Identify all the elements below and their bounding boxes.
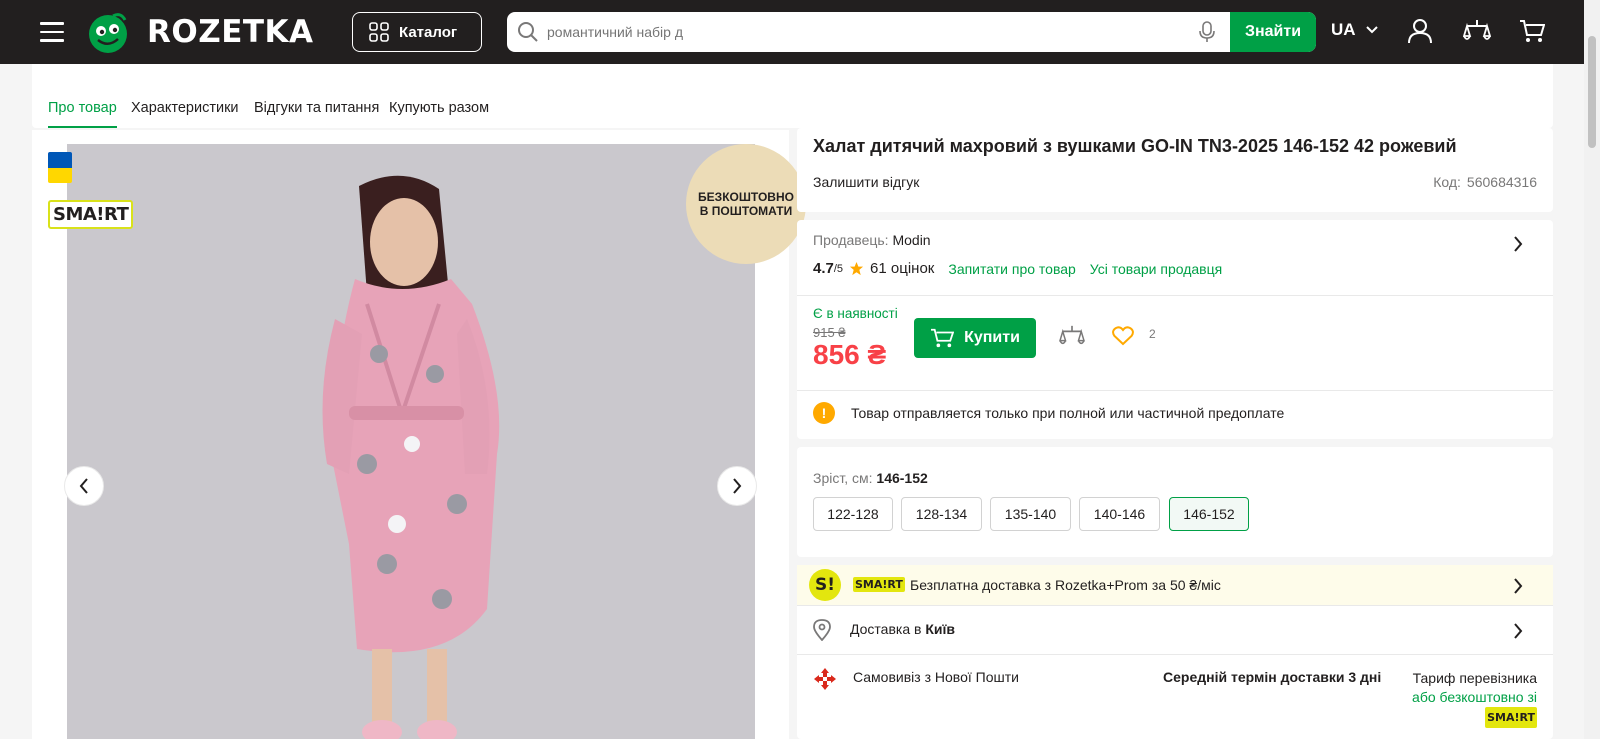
buy-label: Купити [964,329,1020,346]
delivery-city[interactable]: Київ [925,621,955,637]
warning-icon: ! [813,402,835,424]
divider [797,390,1553,391]
rozetka-logo-icon[interactable] [87,12,129,54]
notice-text: Товар отправляется только при полной или… [851,405,1285,421]
code-value: 560684316 [1466,174,1537,190]
delivery-city-row[interactable]: Доставка в Київ [850,621,955,637]
smart-mini-badge: SMA!RT [853,577,905,592]
size-option-selected[interactable]: 146-152 [1169,497,1249,531]
size-card: Зріст, см: 146-152 122-128 128-134 135-1… [797,447,1553,557]
smart-promo-row[interactable]: S! SMA!RT Безплатна доставка з Rozetka+P… [797,565,1553,605]
favorites-count: 2 [1149,327,1156,341]
ukraine-flag-icon [48,152,72,183]
smart-badge: SMA!RT [48,200,134,229]
nova-poshta-icon [814,668,836,690]
grid-icon [369,22,389,42]
tariff-text: Тариф перевізника [1412,670,1537,686]
seller-purchase-card: Продавець: Modin 4.7 /5 61 оцінок Запита… [797,220,1553,439]
product-photo[interactable] [67,144,755,739]
stock-status: Є в наявності [813,306,898,321]
ask-about-product-link[interactable]: Запитати про товар [948,261,1075,277]
title-card: Халат дитячий махровий з вушками GO-IN T… [797,128,1553,212]
tab-buy-together[interactable]: Купують разом [389,100,489,126]
cart-icon [931,328,955,348]
compare-scales-icon[interactable] [1059,324,1085,348]
bathrobe-image [67,144,755,739]
size-selected: 146-152 [876,470,928,486]
top-header: ROZETKA Каталог Знайти UA [0,0,1600,64]
tab-about[interactable]: Про товар [48,100,117,128]
heart-icon[interactable] [1112,326,1134,346]
all-seller-goods-link[interactable]: Усі товари продавця [1090,261,1222,277]
rating-max: /5 [833,262,844,275]
star-icon [849,261,864,276]
free-delivery-badge: БЕЗКОШТОВНО В ПОШТОМАТИ [686,144,806,264]
current-price: 856 ₴ [813,339,887,370]
logo-text[interactable]: ROZETKA [147,14,314,50]
prepayment-notice: ! Товар отправляется только при полной и… [813,402,1284,424]
ratings-count[interactable]: 61 оцінок [870,260,934,277]
catalog-button[interactable]: Каталог [352,12,482,52]
prev-image-button[interactable] [64,466,104,506]
divider [797,654,1553,655]
seller-info[interactable]: Продавець: Modin [813,232,931,248]
delivery-card: S! SMA!RT Безплатна доставка з Rozetka+P… [797,565,1553,739]
microphone-icon[interactable] [1199,21,1215,43]
divider [797,295,1553,296]
page-scrollbar[interactable] [1584,0,1600,739]
user-icon[interactable] [1407,18,1433,44]
old-price: 915 ₴ [813,325,846,340]
size-option[interactable]: 135-140 [990,497,1071,531]
tab-reviews[interactable]: Відгуки та питання [254,100,379,126]
search-bar: Знайти [507,12,1316,52]
search-button[interactable]: Знайти [1230,12,1316,52]
location-pin-icon [813,619,831,641]
search-icon [518,22,538,42]
leave-review-link[interactable]: Залишити відгук [813,174,919,190]
size-option[interactable]: 128-134 [901,497,982,531]
size-label: Зріст, см: 146-152 [813,470,928,486]
product-gallery: SMA!RT БЕЗКОШТОВНО В ПОШТОМАТИ [32,130,806,739]
tab-characteristics[interactable]: Характеристики [131,100,239,126]
free-label-line1: БЕЗКОШТОВНО [698,190,794,204]
cart-icon[interactable] [1519,18,1545,44]
tariff-free-text: або безкоштовно зі [1412,689,1537,705]
seller-label: Продавець: [813,232,889,248]
delivery-tariff: Тариф перевізника або безкоштовно зі SMA… [1412,669,1537,728]
menu-icon[interactable] [40,22,64,42]
chevron-right-icon[interactable] [1513,236,1523,252]
nova-poshta-pickup: Самовивіз з Нової Пошти [853,669,1019,685]
language-label: UA [1331,20,1356,39]
search-input[interactable] [547,12,1167,52]
smart-logo-icon: S! [809,569,841,601]
size-option[interactable]: 122-128 [813,497,893,531]
chevron-down-icon [1365,26,1378,34]
seller-name[interactable]: Modin [892,232,930,248]
buy-button[interactable]: Купити [914,318,1036,358]
language-switcher[interactable]: UA [1331,20,1378,40]
code-label: Код: [1433,174,1461,190]
chevron-right-icon [1514,578,1523,594]
chevron-right-icon [733,478,742,494]
product-code: Код: 560684316 [1433,174,1537,190]
compare-scales-icon[interactable] [1463,18,1491,44]
chevron-right-icon[interactable] [1513,623,1523,639]
product-tabs: Про товар Характеристики Відгуки та пита… [32,64,1553,128]
divider [797,605,1553,606]
delivery-term: Середній термін доставки 3 дні [1163,669,1382,685]
size-label-text: Зріст, см: [813,470,873,486]
next-image-button[interactable] [717,466,757,506]
rating-value: 4.7 [813,260,834,277]
product-title: Халат дитячий махровий з вушками GO-IN T… [813,136,1457,156]
seller-rating: 4.7 /5 61 оцінок Запитати про товар Усі … [813,260,1222,277]
tariff-smart-badge: SMA!RT [1485,707,1537,728]
delivery-prefix: Доставка в [850,621,922,637]
scrollbar-thumb[interactable] [1588,36,1596,148]
smart-promo-text: Безплатна доставка з Rozetka+Prom за 50 … [910,577,1221,593]
free-label-line2: В ПОШТОМАТИ [699,204,793,218]
size-option[interactable]: 140-146 [1079,497,1160,531]
chevron-left-icon [79,478,88,494]
catalog-label: Каталог [399,23,458,41]
